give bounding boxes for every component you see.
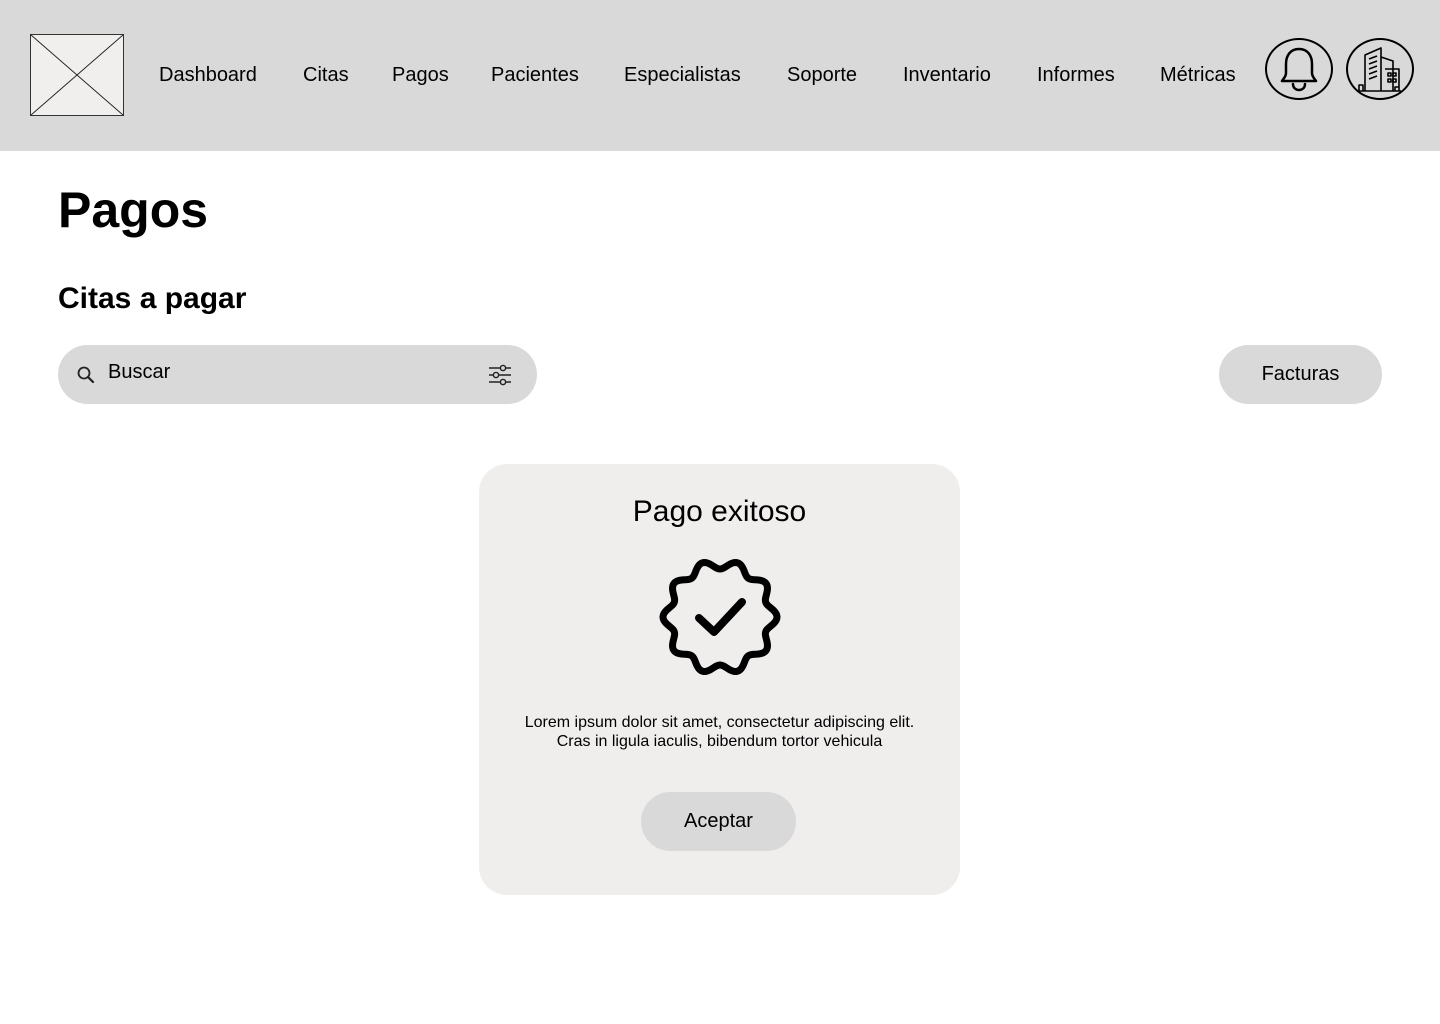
facturas-button[interactable]: Facturas [1219,345,1382,404]
top-navigation-bar: Dashboard Citas Pagos Pacientes Especial… [0,0,1440,151]
verified-badge-check-icon [659,558,781,676]
nav-inventario[interactable]: Inventario [903,62,991,88]
search-bar [58,345,537,404]
section-title: Citas a pagar [58,282,247,315]
nav-informes[interactable]: Informes [1037,62,1115,88]
nav-soporte[interactable]: Soporte [787,62,857,88]
nav-especialistas[interactable]: Especialistas [624,62,741,88]
nav-pagos[interactable]: Pagos [392,62,449,88]
sliders-icon[interactable] [488,363,512,387]
nav-citas[interactable]: Citas [303,62,349,88]
dialog-message: Lorem ipsum dolor sit amet, consectetur … [524,714,915,750]
notifications-button[interactable] [1265,38,1333,100]
dialog-title: Pago exitoso [632,495,807,528]
search-icon [77,366,95,384]
search-input[interactable] [108,357,478,387]
page-title: Pagos [58,182,209,238]
organization-button[interactable] [1346,38,1414,100]
payment-success-dialog: Pago exitoso Lorem ipsum dolor sit amet,… [479,464,960,895]
nav-metricas[interactable]: Métricas [1160,62,1236,88]
bell-icon [1280,47,1318,92]
accept-button[interactable]: Aceptar [641,792,796,851]
building-icon [1358,47,1401,92]
nav-dashboard[interactable]: Dashboard [159,62,257,88]
nav-pacientes[interactable]: Pacientes [491,62,579,88]
logo-placeholder-icon[interactable] [30,34,124,116]
